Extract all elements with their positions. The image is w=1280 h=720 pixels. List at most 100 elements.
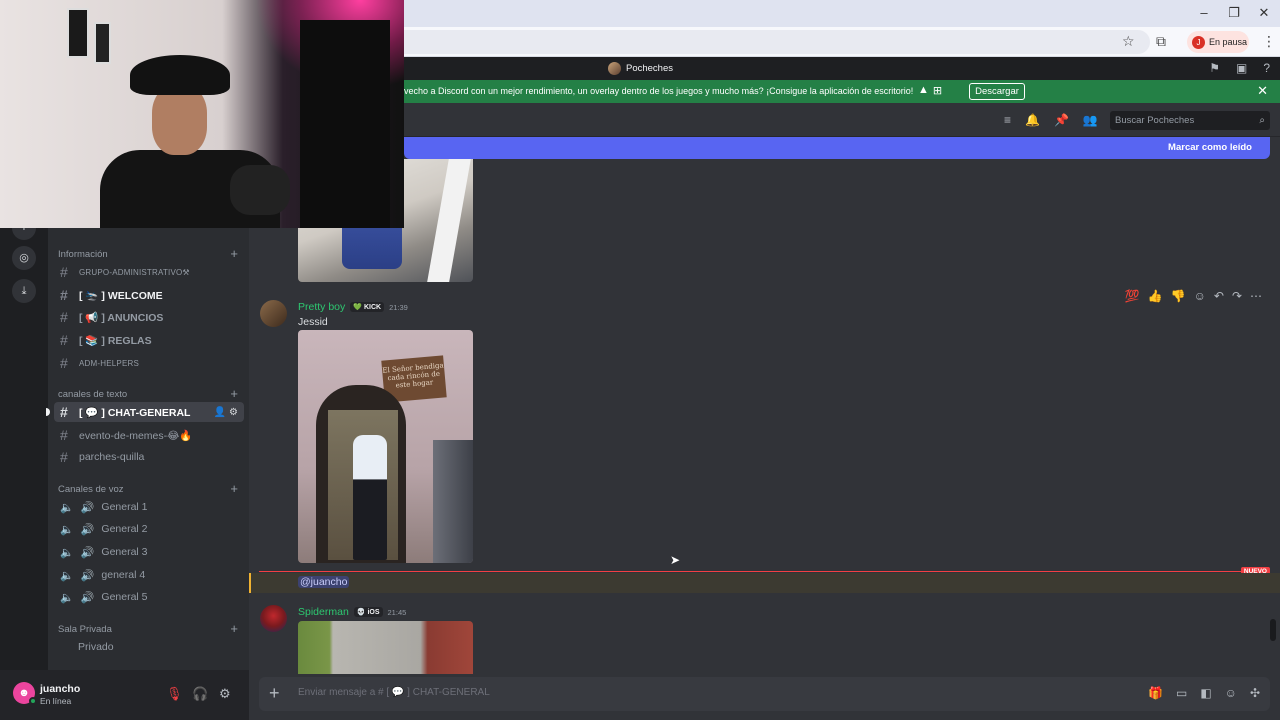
download-button[interactable]: Descargar [969, 83, 1025, 100]
member-list-icon[interactable]: 👥 [1083, 113, 1098, 127]
scrollbar[interactable] [1270, 619, 1276, 641]
apps-icon[interactable]: ✣ [1250, 686, 1260, 700]
unread-indicator [46, 408, 50, 416]
gif-icon[interactable]: ▭ [1176, 686, 1187, 700]
text-channel-icon: # [60, 264, 68, 280]
headphones-icon[interactable]: 🎧 [192, 686, 208, 702]
notification-bell-icon[interactable]: 🔔 [1025, 113, 1040, 127]
pause-label: En pausa [1209, 37, 1248, 47]
channel-chat-general[interactable]: #[ 💬 ] CHAT-GENERAL 👤 ⚙ [54, 402, 244, 422]
category-private[interactable]: Sala Privada + [58, 622, 238, 635]
text-channel-icon: # [60, 309, 68, 325]
flag-icon[interactable]: ⚑ [1209, 61, 1220, 75]
voice-channel-general-1[interactable]: 🔈 🔊 General 1 [54, 497, 244, 517]
explore-icon[interactable]: ◎ [12, 246, 36, 270]
bookmark-star-icon[interactable]: ☆ [1122, 33, 1135, 50]
user-settings-icon[interactable]: ⚙ [219, 686, 231, 702]
category-voice[interactable]: Canales de voz + [58, 482, 238, 495]
webcam-streamer-face [152, 85, 207, 155]
minimize-icon[interactable]: – [1189, 5, 1219, 20]
add-reaction-icon[interactable]: ☺ [1194, 289, 1206, 303]
message-input[interactable]: Enviar mensaje a # [ 💬 ] CHAT-GENERAL [298, 687, 490, 698]
webcam-poster [67, 8, 89, 58]
channel-grupo-administrativo[interactable]: # GRUPO-ADMINISTRATIVO⚒ [54, 262, 244, 282]
profile-avatar: J [1192, 35, 1205, 49]
message-author[interactable]: Spiderman [298, 606, 349, 618]
user-mention[interactable]: @juancho [298, 576, 350, 588]
close-icon[interactable]: ✕ [1257, 83, 1268, 99]
category-info[interactable]: Información + [58, 247, 238, 260]
channel-parches-quilla[interactable]: # parches-quilla [54, 447, 244, 467]
channel-adm-helpers[interactable]: # ADM-HELPERS [54, 353, 244, 373]
message-header: Spiderman 💀 iOS 21:45 [298, 606, 406, 618]
search-input[interactable]: Buscar Pocheches ⌕ [1110, 111, 1270, 130]
invite-icon[interactable]: 👤 [214, 407, 226, 418]
voice-channel-icon: 🔈 [60, 591, 74, 604]
add-channel-icon[interactable]: + [230, 482, 238, 495]
add-channel-icon[interactable]: + [230, 247, 238, 260]
image-stripe [427, 159, 471, 282]
channel-privado[interactable]: Privado [54, 637, 244, 657]
speaker-icon: 🔊 [80, 546, 95, 559]
message-image-attachment[interactable]: El Señor bendiga cada rincón de este hog… [298, 330, 473, 563]
status-indicator [29, 697, 37, 705]
webcam-poster [94, 22, 111, 64]
user-panel: ☻ juancho En línea 🎙 🎧 ⚙ [0, 670, 249, 720]
add-channel-icon[interactable]: + [230, 622, 238, 635]
inbox-icon[interactable]: ▣ [1236, 61, 1247, 75]
voice-channel-general-3[interactable]: 🔈 🔊 General 3 [54, 542, 244, 562]
channel-welcome[interactable]: #[ 🛬 ] WELCOME [54, 285, 244, 305]
voice-channel-general-2[interactable]: 🔈 🔊 General 2 [54, 519, 244, 539]
message-text: Jessid [298, 316, 328, 328]
more-options-icon[interactable]: ⋯ [1250, 289, 1262, 303]
mouse-cursor-icon: ➤ [670, 553, 681, 567]
gift-icon[interactable]: 🎁 [1148, 686, 1163, 700]
mark-as-read-label: Marcar como leído [1168, 142, 1252, 153]
channel-settings-icon[interactable]: ⚙ [229, 407, 238, 418]
message-image-attachment[interactable] [298, 621, 473, 674]
channel-anuncios[interactable]: #[ 📢 ] ANUNCIOS [54, 307, 244, 327]
server-tag-badge: 💀 iOS [353, 607, 383, 617]
message-author[interactable]: Pretty boy [298, 301, 345, 313]
message-timestamp: 21:45 [387, 607, 407, 617]
text-channel-icon: # [60, 287, 68, 303]
extensions-icon[interactable]: ⧉ [1156, 33, 1166, 50]
profile-pause-button[interactable]: J En pausa [1187, 31, 1249, 53]
thumbs-down-icon[interactable]: 👎 [1171, 289, 1186, 303]
speaker-icon: 🔊 [80, 591, 95, 604]
notice-text: vecho a Discord con un mejor rendimiento… [404, 86, 914, 96]
emoji-icon[interactable]: ☺ [1225, 686, 1237, 700]
add-channel-icon[interactable]: + [230, 387, 238, 400]
browser-menu-icon[interactable]: ⋮ [1262, 33, 1276, 50]
mark-as-read-bar[interactable]: Marcar como leído [404, 137, 1270, 159]
speaker-icon: 🔊 [80, 523, 95, 536]
threads-icon[interactable]: ≡ [1004, 113, 1011, 127]
help-icon[interactable]: ? [1263, 61, 1270, 75]
add-attachment-icon[interactable]: + [269, 683, 280, 704]
mute-mic-icon[interactable]: 🎙 [166, 686, 183, 702]
photo-person [353, 435, 387, 560]
download-apps-icon[interactable]: ⤓ [12, 279, 36, 303]
photo-fridge [433, 440, 473, 563]
pinned-icon[interactable]: 📌 [1054, 113, 1069, 127]
sticker-icon[interactable]: ◧ [1200, 686, 1211, 700]
voice-channel-general-4[interactable]: 🔈 🔊 general 4 [54, 565, 244, 585]
speaker-icon: 🔊 [80, 501, 95, 514]
voice-channel-icon: 🔈 [60, 546, 74, 559]
category-text[interactable]: canales de texto + [58, 387, 238, 400]
avatar[interactable] [260, 300, 287, 327]
channel-evento-de-memes[interactable]: # evento-de-memes-😂🔥 [54, 425, 244, 445]
server-tag-badge: 💚 KICK [350, 302, 385, 312]
message-input-box[interactable]: + Enviar mensaje a # [ 💬 ] CHAT-GENERAL … [259, 677, 1270, 711]
reply-icon[interactable]: ↶ [1214, 289, 1224, 303]
address-bar[interactable] [340, 30, 1150, 54]
reaction-100-icon[interactable]: 💯 [1125, 289, 1140, 303]
thumbs-up-icon[interactable]: 👍 [1148, 289, 1163, 303]
channel-reglas[interactable]: #[ 📚 ] REGLAS [54, 330, 244, 350]
voice-channel-general-5[interactable]: 🔈 🔊 General 5 [54, 587, 244, 607]
close-window-icon[interactable]: ✕ [1249, 5, 1279, 21]
webcam-door [300, 20, 390, 228]
avatar[interactable] [260, 605, 287, 632]
forward-icon[interactable]: ↷ [1232, 289, 1242, 303]
restore-icon[interactable]: ❐ [1219, 5, 1249, 21]
